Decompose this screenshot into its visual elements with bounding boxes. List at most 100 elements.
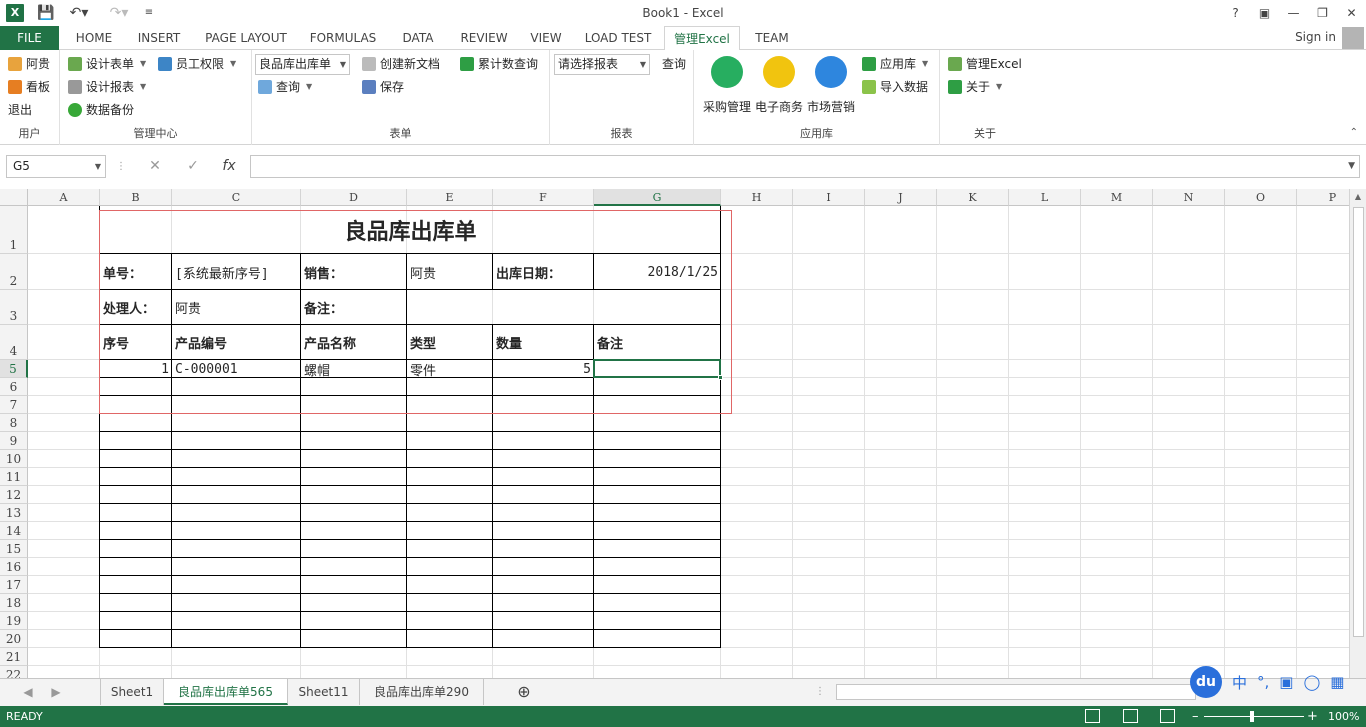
column-header[interactable]: I xyxy=(793,189,865,206)
tab-split-grip-icon[interactable]: ⋮ xyxy=(814,679,826,705)
row-header[interactable]: 4 xyxy=(0,325,28,360)
zoom-level[interactable]: 100% xyxy=(1328,706,1359,727)
tab-review[interactable]: REVIEW xyxy=(456,26,512,50)
ime-punctuation[interactable]: °, xyxy=(1257,673,1269,691)
row-header[interactable]: 19 xyxy=(0,612,28,630)
enter-icon[interactable]: ✓ xyxy=(180,155,206,178)
row-header[interactable]: 14 xyxy=(0,522,28,540)
import-data-button[interactable]: 导入数据 xyxy=(862,77,928,97)
purchase-button[interactable]: 采购管理 xyxy=(700,56,754,114)
line-qty[interactable]: 5 xyxy=(493,360,594,378)
column-header[interactable]: B xyxy=(100,189,172,206)
tab-insert[interactable]: INSERT xyxy=(132,26,186,50)
row-header[interactable]: 12 xyxy=(0,486,28,504)
tab-load-test[interactable]: LOAD TEST xyxy=(580,26,656,50)
formula-input[interactable]: ▼ xyxy=(250,155,1360,178)
column-title[interactable]: 产品名称 xyxy=(301,325,407,360)
row-header[interactable]: 6 xyxy=(0,378,28,396)
name-box[interactable]: G5 ▼ xyxy=(6,155,106,178)
employee-permission-button[interactable]: 员工权限 ▼ xyxy=(158,54,236,74)
new-document-button[interactable]: 创建新文档 xyxy=(362,54,440,74)
row-header[interactable]: 9 xyxy=(0,432,28,450)
tab-file[interactable]: FILE xyxy=(0,26,59,50)
sign-in-link[interactable]: Sign in xyxy=(1295,26,1336,48)
design-report-button[interactable]: 设计报表 ▼ xyxy=(68,77,146,97)
column-title[interactable]: 产品编号 xyxy=(172,325,301,360)
column-header[interactable]: D xyxy=(301,189,407,206)
zoom-in-icon[interactable]: + xyxy=(1307,706,1318,727)
zoom-out-icon[interactable]: – xyxy=(1192,706,1199,727)
order-no-label[interactable]: 单号： xyxy=(100,254,172,290)
column-title[interactable]: 序号 xyxy=(100,325,172,360)
minimize-icon[interactable]: — xyxy=(1279,0,1308,26)
report-select[interactable]: 请选择报表 ▼ xyxy=(554,54,650,75)
close-icon[interactable]: ✕ xyxy=(1337,0,1366,26)
column-header[interactable]: K xyxy=(937,189,1009,206)
ime-menu-icon[interactable]: ▦ xyxy=(1330,673,1344,691)
form-select[interactable]: 良品库出库单 ▼ xyxy=(255,54,350,75)
zoom-slider-thumb[interactable] xyxy=(1250,711,1254,722)
handler-label[interactable]: 处理人： xyxy=(100,290,172,325)
line-type[interactable]: 零件 xyxy=(407,360,493,379)
column-title[interactable]: 类型 xyxy=(407,325,493,360)
line-seq[interactable]: 1 xyxy=(100,360,172,378)
sales-value[interactable]: 阿贵 xyxy=(407,254,493,290)
ime-user-icon[interactable]: ◯ xyxy=(1303,673,1320,691)
form-query-button[interactable]: 查询 ▼ xyxy=(258,77,312,97)
zoom-slider[interactable] xyxy=(1204,716,1304,717)
report-query-button[interactable]: 查询 xyxy=(662,54,686,74)
manage-excel-button[interactable]: 管理Excel xyxy=(948,54,1022,74)
sheet-tab-outbound-290[interactable]: 良品库出库单290 xyxy=(360,679,484,705)
next-sheet-icon[interactable]: ▶ xyxy=(46,679,66,705)
tab-manage-excel[interactable]: 管理Excel xyxy=(664,26,740,51)
tab-page-layout[interactable]: PAGE LAYOUT xyxy=(200,26,292,50)
remark-value[interactable] xyxy=(407,290,721,325)
column-header[interactable]: F xyxy=(493,189,594,206)
column-title[interactable]: 数量 xyxy=(493,325,594,360)
line-code[interactable]: C-000001 xyxy=(172,360,301,378)
page-layout-view-icon[interactable] xyxy=(1123,709,1138,723)
backup-button[interactable]: 数据备份 xyxy=(68,100,134,120)
insert-function-button[interactable]: fx xyxy=(216,155,242,178)
app-library-button[interactable]: 应用库 ▼ xyxy=(862,54,928,74)
handler-value[interactable]: 阿贵 xyxy=(172,290,301,325)
fill-handle[interactable] xyxy=(718,375,723,380)
cancel-icon[interactable]: ✕ xyxy=(142,155,168,178)
active-cell-selection[interactable] xyxy=(593,359,721,378)
sheet-tab-sheet1[interactable]: Sheet1 xyxy=(100,679,164,705)
row-header[interactable]: 18 xyxy=(0,594,28,612)
row-header[interactable]: 22 xyxy=(0,666,28,678)
page-break-view-icon[interactable] xyxy=(1160,709,1175,723)
dashboard-button[interactable]: 看板 xyxy=(8,77,50,97)
column-header[interactable]: A xyxy=(28,189,100,206)
ime-chinese-mode[interactable]: 中 xyxy=(1232,672,1247,693)
column-title[interactable]: 备注 xyxy=(594,325,721,360)
about-button[interactable]: 关于 ▼ xyxy=(948,77,1002,97)
help-button[interactable]: ? xyxy=(1221,0,1250,26)
row-header[interactable]: 3 xyxy=(0,290,28,325)
row-header[interactable]: 10 xyxy=(0,450,28,468)
baidu-ime-icon[interactable]: du xyxy=(1190,666,1222,698)
sheet-tab-sheet11[interactable]: Sheet11 xyxy=(288,679,360,705)
prev-sheet-icon[interactable]: ◀ xyxy=(18,679,38,705)
column-header[interactable]: C xyxy=(172,189,301,206)
tab-formulas[interactable]: FORMULAS xyxy=(306,26,380,50)
add-sheet-icon[interactable]: ⊕ xyxy=(512,679,536,705)
restore-icon[interactable]: ❐ xyxy=(1308,0,1337,26)
date-label[interactable]: 出库日期： xyxy=(493,254,594,290)
column-header[interactable]: J xyxy=(865,189,937,206)
vertical-scrollbar[interactable]: ▲ xyxy=(1349,189,1366,678)
line-name[interactable]: 螺帽 xyxy=(301,360,407,379)
marketing-button[interactable]: 市场营销 xyxy=(804,56,858,114)
tab-data[interactable]: DATA xyxy=(394,26,442,50)
cumulative-query-button[interactable]: 累计数查询 xyxy=(460,54,538,74)
sheet-tab-outbound-565[interactable]: 良品库出库单565 xyxy=(164,679,288,705)
select-all-corner[interactable] xyxy=(0,189,28,206)
column-header[interactable]: G xyxy=(594,189,721,206)
scroll-thumb[interactable] xyxy=(1353,207,1364,637)
column-header[interactable]: N xyxy=(1153,189,1225,206)
order-no-value[interactable]: [系统最新序号] xyxy=(172,254,301,290)
sales-label[interactable]: 销售： xyxy=(301,254,407,290)
avatar[interactable] xyxy=(1342,27,1364,49)
row-header[interactable]: 2 xyxy=(0,254,28,290)
